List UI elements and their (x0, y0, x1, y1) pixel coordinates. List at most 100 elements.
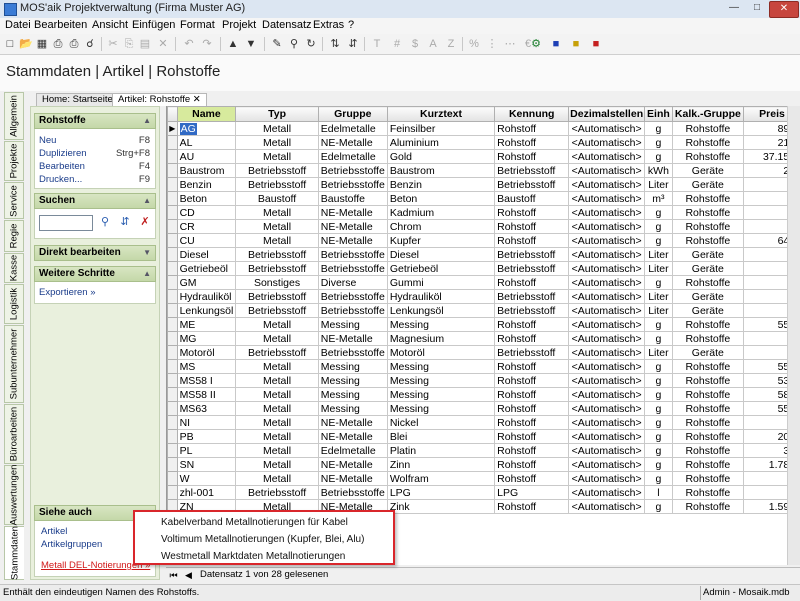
table-row[interactable]: BenzinBetriebsstoffBetriebsstoffeBenzinB… (168, 178, 800, 192)
table-cell[interactable]: Rohstoffe (672, 458, 743, 472)
table-cell[interactable]: <Automatisch> (569, 164, 645, 178)
table-cell[interactable]: Benzin (387, 178, 494, 192)
table-cell[interactable]: Rohstoffe (672, 150, 743, 164)
col-header-gruppe[interactable]: Gruppe (318, 107, 387, 122)
copy-icon[interactable]: ⎘ (122, 37, 136, 51)
table-cell[interactable]: Rohstoffe (672, 192, 743, 206)
table-row[interactable]: SNMetallNE-MetalleZinnRohstoff<Automatis… (168, 458, 800, 472)
col-header-dezimalstellen[interactable]: Dezimalstellen (569, 107, 645, 122)
row-indicator[interactable] (168, 304, 178, 318)
table-cell[interactable]: CR (177, 220, 236, 234)
table-cell[interactable]: Betriebsstoff (236, 178, 319, 192)
table-cell[interactable]: Geräte (672, 164, 743, 178)
table-cell[interactable]: Zink (387, 500, 494, 514)
table-cell[interactable]: g (645, 416, 673, 430)
table-cell[interactable]: Rohstoff (495, 220, 569, 234)
section-suchen-header[interactable]: Suchen▲ (34, 193, 156, 209)
table-row[interactable]: CDMetallNE-MetalleKadmiumRohstoff<Automa… (168, 206, 800, 220)
col-header-einheit[interactable]: Einh (645, 107, 673, 122)
section-weitere-header[interactable]: Weitere Schritte▲ (34, 266, 156, 282)
row-indicator[interactable] (168, 332, 178, 346)
table-cell[interactable]: Hydrauliköl (387, 290, 494, 304)
table-cell[interactable]: Metall (236, 150, 319, 164)
row-indicator[interactable] (168, 262, 178, 276)
menu-datensatz[interactable]: Datensatz (262, 19, 312, 31)
table-cell[interactable]: Betriebsstoff (495, 248, 569, 262)
col-header-kurztext[interactable]: Kurztext (387, 107, 494, 122)
table-row[interactable]: AUMetallEdelmetalleGoldRohstoff<Automati… (168, 150, 800, 164)
table-cell[interactable]: MG (177, 332, 236, 346)
table-row[interactable]: GMSonstigesDiverseGummiRohstoff<Automati… (168, 276, 800, 290)
table-cell[interactable]: Rohstoffe (672, 206, 743, 220)
table-cell[interactable]: <Automatisch> (569, 206, 645, 220)
table-cell[interactable]: <Automatisch> (569, 402, 645, 416)
table-cell[interactable]: Rohstoffe (672, 360, 743, 374)
table-cell[interactable]: g (645, 374, 673, 388)
table-cell[interactable]: g (645, 472, 673, 486)
table-cell[interactable]: Betriebsstoff (236, 304, 319, 318)
table-cell[interactable]: NE-Metalle (318, 332, 387, 346)
table-cell[interactable]: zhl-001 (177, 486, 236, 500)
table-cell[interactable]: <Automatisch> (569, 346, 645, 360)
row-indicator[interactable] (168, 192, 178, 206)
table-cell[interactable]: Rohstoff (495, 416, 569, 430)
side-tab-auswertungen[interactable]: Auswertungen (4, 465, 24, 525)
table-cell[interactable]: Beton (177, 192, 236, 206)
table-cell[interactable]: <Automatisch> (569, 262, 645, 276)
row-indicator[interactable] (168, 248, 178, 262)
sort-icon[interactable]: ⇅ (328, 37, 342, 51)
table-cell[interactable]: <Automatisch> (569, 248, 645, 262)
table-cell[interactable]: Messing (318, 388, 387, 402)
popup-item-westmetall[interactable]: Westmetall Marktdaten Metallnotierungen (161, 551, 345, 562)
table-cell[interactable]: Kupfer (387, 234, 494, 248)
link-artikel[interactable]: Artikel (41, 526, 67, 537)
table-cell[interactable]: Geräte (672, 290, 743, 304)
table-cell[interactable]: AU (177, 150, 236, 164)
table-cell[interactable]: NE-Metalle (318, 458, 387, 472)
table-cell[interactable]: NI (177, 416, 236, 430)
table-cell[interactable]: Rohstoffe (672, 430, 743, 444)
table-cell[interactable]: Betriebsstoff (236, 262, 319, 276)
table-row[interactable]: PBMetallNE-MetalleBleiRohstoff<Automatis… (168, 430, 800, 444)
cmd-neu[interactable]: Neu (39, 135, 56, 146)
table-cell[interactable]: g (645, 318, 673, 332)
cmd-bearbeiten[interactable]: Bearbeiten (39, 161, 85, 172)
menu-help[interactable]: ? (348, 19, 354, 31)
table-cell[interactable]: <Automatisch> (569, 458, 645, 472)
row-indicator[interactable] (168, 416, 178, 430)
row-indicator[interactable] (168, 164, 178, 178)
table-cell[interactable]: Rohstoff (495, 402, 569, 416)
row-indicator[interactable] (168, 458, 178, 472)
table-row[interactable]: CUMetallNE-MetalleKupferRohstoff<Automat… (168, 234, 800, 248)
col-header-kalk-gruppe[interactable]: Kalk.-Gruppe (672, 107, 743, 122)
table-cell[interactable]: Rohstoff (495, 458, 569, 472)
table-cell[interactable]: Rohstoff (495, 430, 569, 444)
table-cell[interactable]: Feinsilber (387, 122, 494, 136)
table-cell[interactable]: g (645, 276, 673, 290)
table-cell[interactable]: Baustoff (236, 192, 319, 206)
side-tab-logistik[interactable]: Logistik (4, 284, 24, 324)
table-cell[interactable]: Metall (236, 472, 319, 486)
table-row[interactable]: ▶AGMetallEdelmetalleFeinsilberRohstoff<A… (168, 122, 800, 136)
table-cell[interactable]: g (645, 234, 673, 248)
table-cell[interactable]: Metall (236, 416, 319, 430)
table-cell[interactable]: Betriebsstoff (495, 178, 569, 192)
table-cell[interactable]: <Automatisch> (569, 150, 645, 164)
search-input[interactable] (39, 215, 93, 231)
table-cell[interactable]: g (645, 206, 673, 220)
table-cell[interactable]: Betriebsstoffe (318, 486, 387, 500)
percent-icon[interactable]: % (467, 37, 481, 51)
table-cell[interactable]: Geräte (672, 304, 743, 318)
table-cell[interactable]: Platin (387, 444, 494, 458)
table-cell[interactable]: <Automatisch> (569, 374, 645, 388)
table-cell[interactable]: LPG (495, 486, 569, 500)
table-cell[interactable]: Betriebsstoffe (318, 262, 387, 276)
table-row[interactable]: MSMetallMessingMessingRohstoff<Automatis… (168, 360, 800, 374)
table-cell[interactable]: CU (177, 234, 236, 248)
cmd-exportieren[interactable]: Exportieren » (39, 287, 96, 298)
table-cell[interactable]: Rohstoff (495, 360, 569, 374)
table-cell[interactable]: Rohstoffe (672, 444, 743, 458)
table-cell[interactable]: Rohstoffe (672, 220, 743, 234)
section-rohstoffe-header[interactable]: Rohstoffe▲ (34, 113, 156, 129)
table-cell[interactable]: Benzin (177, 178, 236, 192)
